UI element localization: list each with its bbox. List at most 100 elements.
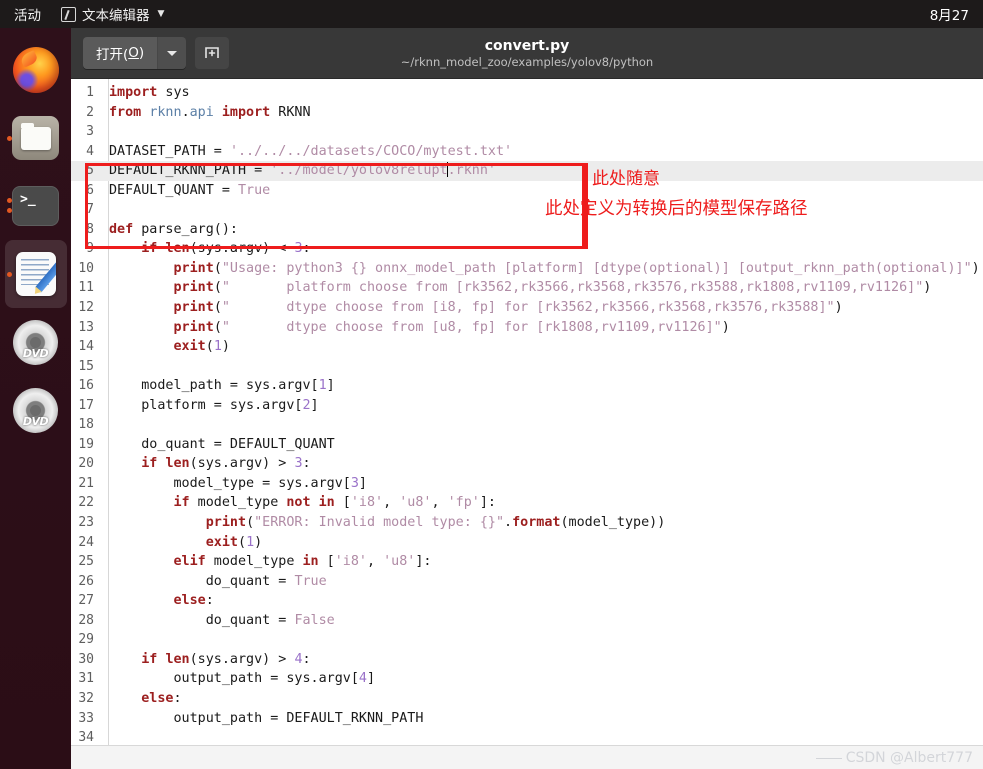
open-button[interactable]: 打开(O) xyxy=(83,37,159,69)
watermark-text: CSDN @Albert777 xyxy=(845,750,973,766)
code-line-text: print("ERROR: Invalid model type: {}".fo… xyxy=(205,515,666,531)
annotation-note-2: 此处定义为转换后的模型保存路径 xyxy=(545,199,808,219)
code-line-text: exit(1) xyxy=(205,534,263,550)
annotation-note-1: 此处随意 xyxy=(592,169,660,189)
dvd-icon: DVD xyxy=(13,387,58,433)
code-line[interactable]: 19 do_quant = DEFAULT_QUANT xyxy=(71,435,983,455)
code-editor[interactable]: 1 import sys 2 from rknn.api import RKNN 3 4 D… xyxy=(71,79,983,769)
code-line[interactable]: 27 else: xyxy=(71,591,983,611)
open-button-label: 打开( xyxy=(96,47,129,63)
code-line[interactable]: 29 xyxy=(71,630,983,650)
dock-item-firefox[interactable] xyxy=(5,36,67,104)
code-line[interactable]: 18 xyxy=(71,415,983,435)
code-line[interactable]: 6 DEFAULT_QUANT = True xyxy=(71,181,983,201)
code-line[interactable]: 3 xyxy=(71,122,983,142)
code-line[interactable]: 1 import sys xyxy=(71,83,983,103)
line-number: 10 xyxy=(78,260,94,276)
new-document-button[interactable] xyxy=(195,37,230,69)
code-line-text: print(" platform choose from [rk3562,rk3… xyxy=(173,280,932,296)
line-number: 22 xyxy=(78,495,94,511)
line-number: 15 xyxy=(78,358,94,374)
code-line[interactable]: 21 model_type = sys.argv[3] xyxy=(71,474,983,494)
code-line-text: DEFAULT_RKNN_PATH = '../model/yolov8relu… xyxy=(109,162,496,179)
code-line[interactable]: 22 if model_type not in ['i8', 'u8', 'fp… xyxy=(71,493,983,513)
line-number: 11 xyxy=(78,280,94,296)
code-line-text: else: xyxy=(141,690,182,706)
open-button-label-end: ) xyxy=(138,45,145,61)
code-line-text: model_type = sys.argv[3] xyxy=(109,475,367,491)
code-line[interactable]: 16 model_path = sys.argv[1] xyxy=(71,376,983,396)
watermark: CSDN @Albert777 xyxy=(815,750,973,766)
code-line[interactable]: 14 exit(1) xyxy=(71,337,983,357)
code-line-text: if model_type not in ['i8', 'u8', 'fp']: xyxy=(173,495,497,511)
code-line-text: DEFAULT_QUANT = True xyxy=(109,182,271,198)
code-line[interactable]: 2 from rknn.api import RKNN xyxy=(71,103,983,123)
code-line[interactable]: 25 elif model_type in ['i8', 'u8']: xyxy=(71,552,983,572)
code-line-text: DATASET_PATH = '../../../datasets/COCO/m… xyxy=(109,143,513,159)
app-menu-button[interactable]: 文本编辑器 ▼ xyxy=(53,4,172,24)
dock-item-terminal[interactable] xyxy=(5,172,67,240)
activities-button[interactable]: 活动 xyxy=(0,4,53,24)
code-line[interactable]: 8 def parse_arg(): xyxy=(71,220,983,240)
code-line-text: exit(1) xyxy=(173,339,230,355)
line-number: 19 xyxy=(78,436,94,452)
line-number: 29 xyxy=(78,632,94,648)
dock-item-dvd-2[interactable]: DVD xyxy=(5,376,67,444)
line-number: 8 xyxy=(86,221,94,237)
dock-item-text-editor[interactable] xyxy=(4,240,67,308)
line-number: 27 xyxy=(78,593,94,609)
code-line[interactable]: 28 do_quant = False xyxy=(71,611,983,631)
code-line[interactable]: 31 output_path = sys.argv[4] xyxy=(71,669,983,689)
text-editor-window: 打开(O) convert.py ~/rknn_model_zoo/exampl… xyxy=(71,28,983,769)
chevron-down-icon xyxy=(167,50,178,56)
code-line-text: if len(sys.argv) > 4: xyxy=(141,651,311,667)
open-button-group: 打开(O) xyxy=(83,37,187,69)
code-line-text: do_quant = True xyxy=(109,573,327,589)
code-line[interactable]: 24 exit(1) xyxy=(71,533,983,553)
code-line[interactable]: 5 DEFAULT_RKNN_PATH = '../model/yolov8rel… xyxy=(71,161,983,181)
code-line-text: if len(sys.argv) < 3: xyxy=(141,241,311,257)
code-line[interactable]: 30 if len(sys.argv) > 4: xyxy=(71,650,983,670)
dock-item-dvd-1[interactable]: DVD xyxy=(5,308,67,376)
screen: 活动 文本编辑器 ▼ 8月27 >_ DVD DVD 打开(O) conve… xyxy=(0,0,983,769)
code-line-text: output_path = DEFAULT_RKNN_PATH xyxy=(109,710,424,726)
code-line[interactable]: 32 else: xyxy=(71,689,983,709)
line-number: 33 xyxy=(78,710,94,726)
header-bar: 打开(O) convert.py ~/rknn_model_zoo/exampl… xyxy=(71,28,983,79)
code-line[interactable]: 7 xyxy=(71,200,983,220)
dock-item-files[interactable] xyxy=(5,104,67,172)
text-editor-icon xyxy=(15,252,56,296)
running-indicator xyxy=(6,198,12,203)
line-number: 20 xyxy=(78,456,94,472)
code-line[interactable]: 12 print(" dtype choose from [i8, fp] fo… xyxy=(71,298,983,318)
app-menu-label: 文本编辑器 xyxy=(82,8,150,24)
code-lines[interactable]: 1 import sys 2 from rknn.api import RKNN 3 4 D… xyxy=(71,79,983,769)
code-line[interactable]: 9 if len(sys.argv) < 3: xyxy=(71,239,983,259)
terminal-icon xyxy=(12,186,59,226)
code-line[interactable]: 23 print("ERROR: Invalid model type: {}"… xyxy=(71,513,983,533)
line-number: 31 xyxy=(78,671,94,687)
code-line[interactable]: 20 if len(sys.argv) > 3: xyxy=(71,454,983,474)
line-number: 9 xyxy=(86,241,94,257)
line-number: 13 xyxy=(78,319,94,335)
running-indicator xyxy=(6,135,12,141)
clock[interactable]: 8月27 xyxy=(930,4,983,24)
code-line[interactable]: 33 output_path = DEFAULT_RKNN_PATH xyxy=(71,709,983,729)
code-line[interactable]: 4 DATASET_PATH = '../../../datasets/COCO/… xyxy=(71,142,983,162)
code-line[interactable]: 13 print(" dtype choose from [u8, fp] fo… xyxy=(71,318,983,338)
code-line[interactable]: 10 print("Usage: python3 {} onnx_model_p… xyxy=(71,259,983,279)
line-number: 30 xyxy=(78,651,94,667)
open-recent-dropdown-button[interactable] xyxy=(158,37,187,69)
code-line[interactable]: 26 do_quant = True xyxy=(71,572,983,592)
code-line-text: print(" dtype choose from [i8, fp] for [… xyxy=(173,300,843,316)
line-number: 17 xyxy=(78,397,94,413)
running-indicator xyxy=(6,271,12,277)
code-line[interactable]: 11 print(" platform choose from [rk3562,… xyxy=(71,278,983,298)
window-title: convert.py xyxy=(484,37,570,54)
code-line-text: do_quant = False xyxy=(109,612,335,628)
code-line[interactable]: 17 platform = sys.argv[2] xyxy=(71,396,983,416)
code-line[interactable]: 15 xyxy=(71,357,983,377)
line-number: 2 xyxy=(86,104,94,120)
